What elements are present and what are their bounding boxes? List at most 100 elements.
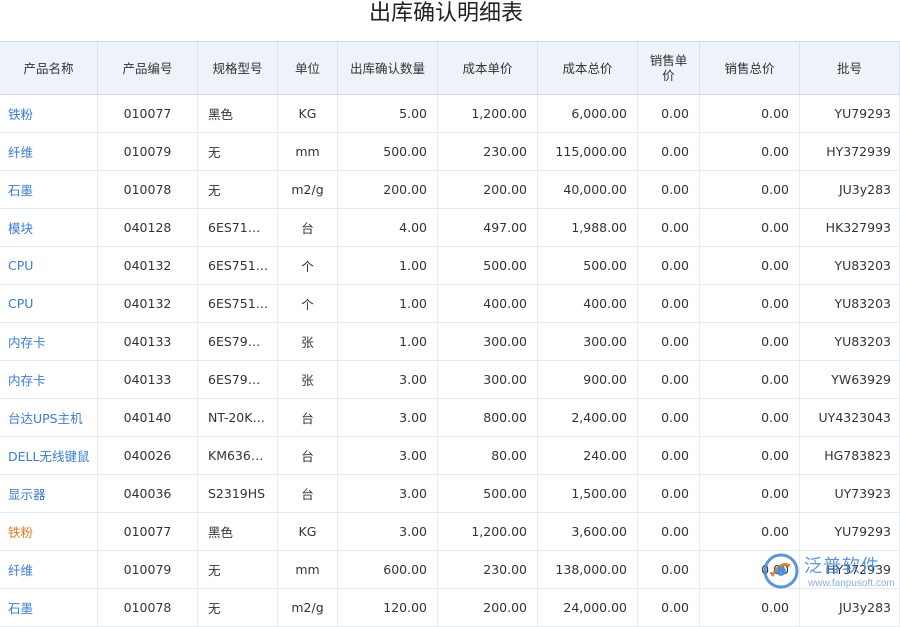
cell-unit-cost: 200.00	[438, 171, 538, 208]
table-row[interactable]: CPU 040132 6ES751… 个 1.00 400.00 400.00 0.00 0.0…	[0, 285, 900, 323]
table-row[interactable]: 内存卡 040133 6ES79… 张 1.00 300.00 300.00 0.00 0.00…	[0, 323, 900, 361]
cell-batch: YU79293	[800, 513, 900, 550]
cell-sale-total: 0.00	[700, 589, 800, 626]
cell-sale-price: 0.00	[638, 399, 700, 436]
cell-sale-price: 0.00	[638, 513, 700, 550]
cell-spec: 6ES751…	[198, 285, 278, 322]
cell-spec: NT-20K…	[198, 399, 278, 436]
header-name[interactable]: 产品名称	[0, 42, 98, 94]
cell-sale-total: 0.00	[700, 209, 800, 246]
header-spec[interactable]: 规格型号	[198, 42, 278, 94]
page-title: 出库确认明细表	[368, 1, 523, 26]
cell-product-name[interactable]: 纤维	[0, 133, 98, 170]
cell-qty: 500.00	[338, 133, 438, 170]
cell-sale-total: 0.00	[700, 133, 800, 170]
cell-total-cost: 240.00	[538, 437, 638, 474]
cell-product-name[interactable]: 纤维	[0, 551, 98, 588]
table-body: 铁粉 010077 黑色 KG 5.00 1,200.00 6,000.00 0.00 0.00…	[0, 95, 900, 627]
cell-product-code: 010078	[98, 171, 198, 208]
cell-sale-price: 0.00	[638, 209, 700, 246]
cell-sale-total: 0.00	[700, 361, 800, 398]
header-batch[interactable]: 批号	[800, 42, 900, 94]
cell-batch: UY73923	[800, 475, 900, 512]
cell-sale-price: 0.00	[638, 285, 700, 322]
cell-spec: 6ES751…	[198, 247, 278, 284]
cell-product-name[interactable]: 台达UPS主机	[0, 399, 98, 436]
cell-sale-price: 0.00	[638, 171, 700, 208]
brand-watermark: 泛普软件 www.fanpusoft.com	[762, 550, 895, 594]
cell-batch: YW63929	[800, 361, 900, 398]
cell-batch: YU83203	[800, 323, 900, 360]
cell-unit: mm	[278, 551, 338, 588]
cell-qty: 120.00	[338, 589, 438, 626]
cell-unit: 张	[278, 323, 338, 360]
cell-product-name[interactable]: 内存卡	[0, 323, 98, 360]
header-unit-cost[interactable]: 成本单价	[438, 42, 538, 94]
cell-product-name[interactable]: 内存卡	[0, 361, 98, 398]
table-row[interactable]: 显示器 040036 S2319HS 台 3.00 500.00 1,500.00 0.00 0…	[0, 475, 900, 513]
table-row[interactable]: DELL无线键鼠 040026 KM636… 台 3.00 80.00 240.00 0.00…	[0, 437, 900, 475]
cell-product-name[interactable]: 显示器	[0, 475, 98, 512]
table-row[interactable]: 纤维 010079 无 mm 500.00 230.00 115,000.00 0.00 0.0…	[0, 133, 900, 171]
header-total-cost[interactable]: 成本总价	[538, 42, 638, 94]
cell-qty: 3.00	[338, 361, 438, 398]
cell-qty: 1.00	[338, 285, 438, 322]
cell-sale-total: 0.00	[700, 247, 800, 284]
cell-total-cost: 900.00	[538, 361, 638, 398]
cell-product-name[interactable]: 铁粉	[0, 513, 98, 550]
cell-product-code: 040036	[98, 475, 198, 512]
cell-batch: HY372939	[800, 133, 900, 170]
cell-product-name[interactable]: 模块	[0, 209, 98, 246]
table-row[interactable]: 内存卡 040133 6ES79… 张 3.00 300.00 900.00 0.00 0.00…	[0, 361, 900, 399]
cell-spec: 6ES79…	[198, 323, 278, 360]
cell-product-code: 040140	[98, 399, 198, 436]
cell-unit: 个	[278, 285, 338, 322]
brand-logo-icon	[763, 553, 799, 589]
cell-unit-cost: 300.00	[438, 361, 538, 398]
cell-spec: KM636…	[198, 437, 278, 474]
cell-product-name[interactable]: CPU	[0, 247, 98, 284]
cell-product-name[interactable]: 铁粉	[0, 95, 98, 132]
cell-unit: m2/g	[278, 589, 338, 626]
table-row[interactable]: 模块 040128 6ES71… 台 4.00 497.00 1,988.00 0.00 0.0…	[0, 209, 900, 247]
table-row[interactable]: 铁粉 010077 黑色 KG 5.00 1,200.00 6,000.00 0.00 0.00…	[0, 95, 900, 133]
cell-unit-cost: 200.00	[438, 589, 538, 626]
cell-unit: 台	[278, 437, 338, 474]
cell-sale-total: 0.00	[700, 171, 800, 208]
cell-product-code: 010077	[98, 95, 198, 132]
cell-qty: 3.00	[338, 437, 438, 474]
cell-unit: 台	[278, 475, 338, 512]
cell-sale-price: 0.00	[638, 323, 700, 360]
header-unit[interactable]: 单位	[278, 42, 338, 94]
table-row[interactable]: CPU 040132 6ES751… 个 1.00 500.00 500.00 0.00 0.0…	[0, 247, 900, 285]
header-qty[interactable]: 出库确认数量	[338, 42, 438, 94]
cell-product-code: 040133	[98, 361, 198, 398]
cell-total-cost: 500.00	[538, 247, 638, 284]
header-code[interactable]: 产品编号	[98, 42, 198, 94]
cell-total-cost: 40,000.00	[538, 171, 638, 208]
cell-spec: 无	[198, 133, 278, 170]
cell-product-code: 010079	[98, 551, 198, 588]
cell-product-name[interactable]: DELL无线键鼠	[0, 437, 98, 474]
table-row[interactable]: 石墨 010078 无 m2/g 200.00 200.00 40,000.00 0.00 0.…	[0, 171, 900, 209]
header-sale-price[interactable]: 销售单价	[638, 42, 700, 94]
cell-total-cost: 3,600.00	[538, 513, 638, 550]
header-sale-total[interactable]: 销售总价	[700, 42, 800, 94]
brand-url: www.fanpusoft.com	[808, 578, 895, 589]
cell-product-name[interactable]: 石墨	[0, 589, 98, 626]
cell-sale-total: 0.00	[700, 475, 800, 512]
cell-sale-price: 0.00	[638, 475, 700, 512]
cell-spec: 无	[198, 551, 278, 588]
cell-total-cost: 300.00	[538, 323, 638, 360]
cell-product-name[interactable]: 石墨	[0, 171, 98, 208]
cell-batch: UY4323043	[800, 399, 900, 436]
cell-total-cost: 2,400.00	[538, 399, 638, 436]
table-row[interactable]: 铁粉 010077 黑色 KG 3.00 1,200.00 3,600.00 0.00 0.00…	[0, 513, 900, 551]
table-row[interactable]: 石墨 010078 无 m2/g 120.00 200.00 24,000.00 0.00 0.…	[0, 589, 900, 627]
cell-spec: 黑色	[198, 95, 278, 132]
table-row[interactable]: 台达UPS主机 040140 NT-20K… 台 3.00 800.00 2,400.00 0…	[0, 399, 900, 437]
cell-product-name[interactable]: CPU	[0, 285, 98, 322]
cell-spec: 6ES79…	[198, 361, 278, 398]
cell-unit-cost: 500.00	[438, 247, 538, 284]
cell-unit-cost: 80.00	[438, 437, 538, 474]
